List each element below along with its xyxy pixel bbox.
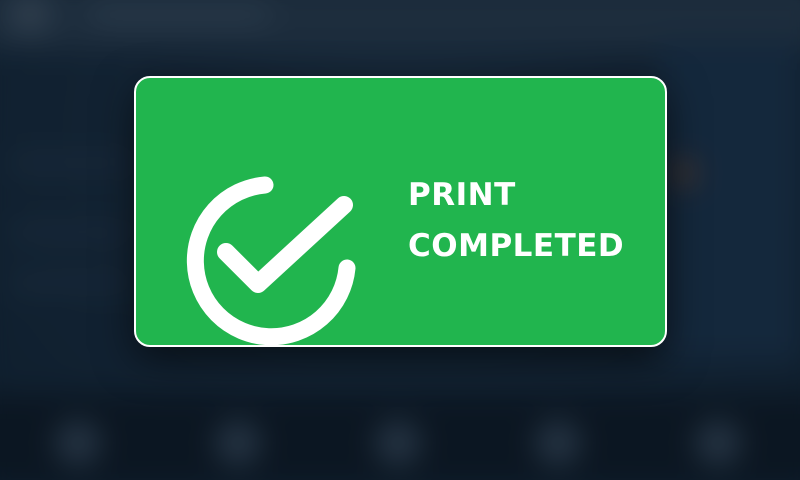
- notification-line-completed: COMPLETED: [408, 228, 625, 264]
- printer-screen: PRINT COMPLETED: [0, 0, 800, 480]
- print-completed-notification[interactable]: PRINT COMPLETED: [134, 76, 667, 347]
- notification-message: PRINT COMPLETED: [408, 170, 624, 272]
- notification-line-print: PRINT: [408, 177, 516, 213]
